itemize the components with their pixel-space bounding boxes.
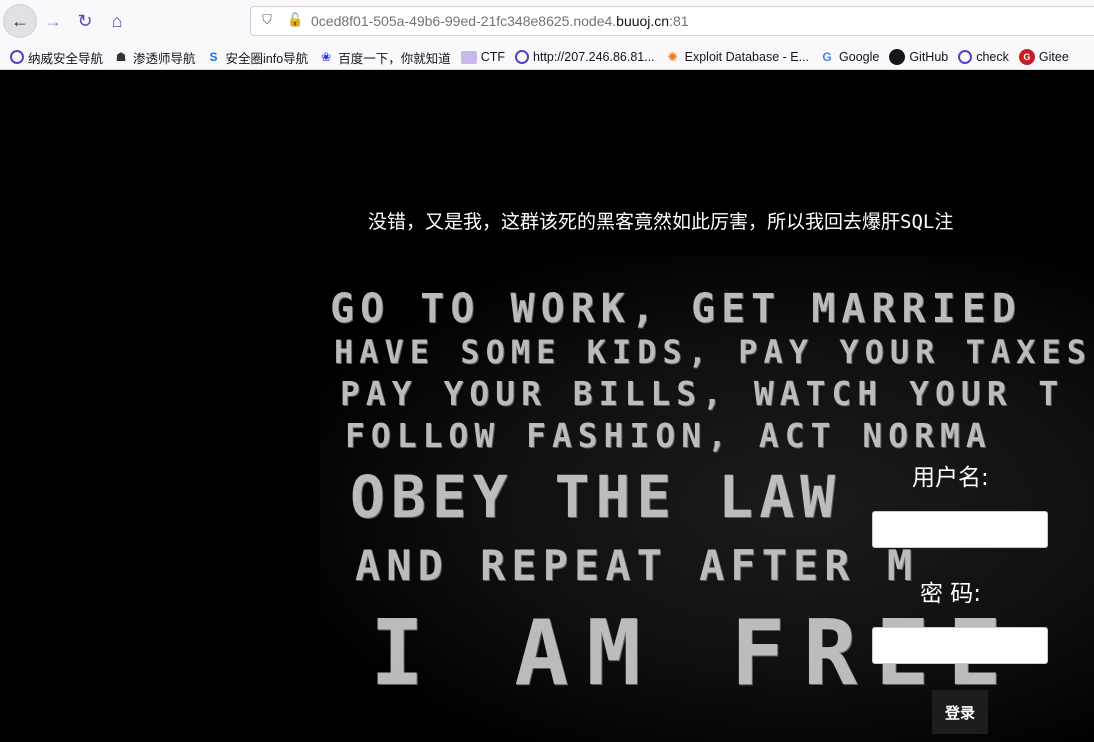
background-text-line: OBEY THE LAW (350, 463, 842, 531)
page-headline: 没错，又是我，这群该死的黑客竟然如此厉害，所以我回去爆肝SQL注 (368, 211, 954, 233)
globe-icon (515, 50, 530, 64)
home-button[interactable]: ⌂ (100, 4, 134, 38)
forward-arrow-icon: → (44, 10, 62, 31)
bookmark-item[interactable]: G Google (819, 46, 879, 68)
s-logo-icon: S (209, 50, 218, 64)
bookmark-label: check (976, 50, 1009, 64)
back-arrow-icon: ← (11, 10, 29, 31)
bookmark-label: GitHub (909, 50, 949, 64)
forward-button[interactable]: → (36, 4, 70, 38)
insecure-connection-icon[interactable]: 🔓 (287, 12, 303, 30)
bookmark-folder-ctf[interactable]: CTF (460, 46, 506, 68)
bookmark-label: 渗透师导航 (133, 51, 196, 66)
bookmark-item[interactable]: ☗ 渗透师导航 (113, 46, 196, 68)
bookmark-label: Exploit Database - E... (684, 50, 810, 64)
exploit-db-icon: ✺ (667, 50, 678, 64)
google-icon: G (822, 50, 832, 64)
browser-chrome: ← → ↻ ⌂ ⛉ 🔓 0ced8f01-505a-49b6-99ed-21fc… (0, 0, 1094, 70)
bookmark-label: 纳威安全导航 (28, 51, 104, 66)
globe-icon (10, 50, 24, 64)
back-button[interactable]: ← (3, 4, 37, 38)
background-text-line: AND REPEAT AFTER M (355, 541, 919, 590)
background-text-line: FOLLOW FASHION, ACT NORMA (345, 416, 992, 455)
bookmark-item[interactable]: 纳威安全导航 (10, 46, 103, 68)
bookmark-label: http://207.246.86.81... (533, 50, 655, 64)
github-icon (889, 49, 906, 65)
bookmark-item[interactable]: ❀ 百度一下，你就知道 (318, 46, 451, 68)
password-input[interactable] (872, 627, 1048, 664)
bookmark-label: Google (839, 50, 880, 64)
gitee-icon: G (1018, 49, 1035, 65)
home-icon: ⌂ (111, 10, 123, 31)
bookmark-label: Gitee (1038, 50, 1069, 64)
ninja-icon: ☗ (115, 50, 127, 64)
tracking-shield-icon[interactable]: ⛉ (259, 12, 275, 30)
bookmark-item[interactable]: S 安全圈info导航 (206, 46, 309, 68)
navigation-toolbar: ← → ↻ ⌂ ⛉ 🔓 0ced8f01-505a-49b6-99ed-21fc… (0, 0, 1094, 42)
bookmark-label: 百度一下，你就知道 (338, 51, 451, 66)
reload-button[interactable]: ↻ (68, 4, 102, 38)
username-input[interactable] (872, 511, 1048, 548)
reload-icon: ↻ (77, 10, 93, 31)
password-label: 密 码: (920, 581, 982, 607)
url-text[interactable]: 0ced8f01-505a-49b6-99ed-21fc348e8625.nod… (311, 13, 689, 29)
address-bar[interactable]: ⛉ 🔓 0ced8f01-505a-49b6-99ed-21fc348e8625… (250, 6, 1094, 36)
bookmark-label: CTF (480, 50, 506, 64)
username-label: 用户名: (912, 465, 989, 491)
baidu-paw-icon: ❀ (321, 50, 332, 64)
bookmark-item[interactable]: http://207.246.86.81... (515, 46, 655, 68)
url-port: :81 (669, 13, 689, 29)
url-host: buuoj.cn (616, 13, 670, 29)
background-text-line: HAVE SOME KIDS, PAY YOUR TAXES (334, 333, 1092, 371)
globe-icon (958, 50, 973, 64)
bookmark-item[interactable]: GitHub (889, 46, 948, 68)
bookmark-label: 安全圈info导航 (225, 51, 309, 66)
bookmark-item[interactable]: ✺ Exploit Database - E... (665, 46, 809, 68)
bookmarks-toolbar: 纳威安全导航 ☗ 渗透师导航 S 安全圈info导航 ❀ 百度一下，你就知道 CTF … (0, 44, 1094, 70)
page-content: GO TO WORK, GET MARRIED HAVE SOME KIDS, … (0, 71, 1094, 742)
background-text-line: GO TO WORK, GET MARRIED (330, 286, 1022, 332)
url-prefix: 0ced8f01-505a-49b6-99ed-21fc348e8625.nod… (311, 13, 617, 29)
login-button[interactable]: 登录 (932, 690, 988, 734)
bookmark-item[interactable]: G Gitee (1018, 46, 1069, 68)
bookmark-item[interactable]: check (958, 46, 1009, 68)
background-text-line: PAY YOUR BILLS, WATCH YOUR T (340, 374, 1065, 413)
folder-icon (460, 50, 477, 64)
